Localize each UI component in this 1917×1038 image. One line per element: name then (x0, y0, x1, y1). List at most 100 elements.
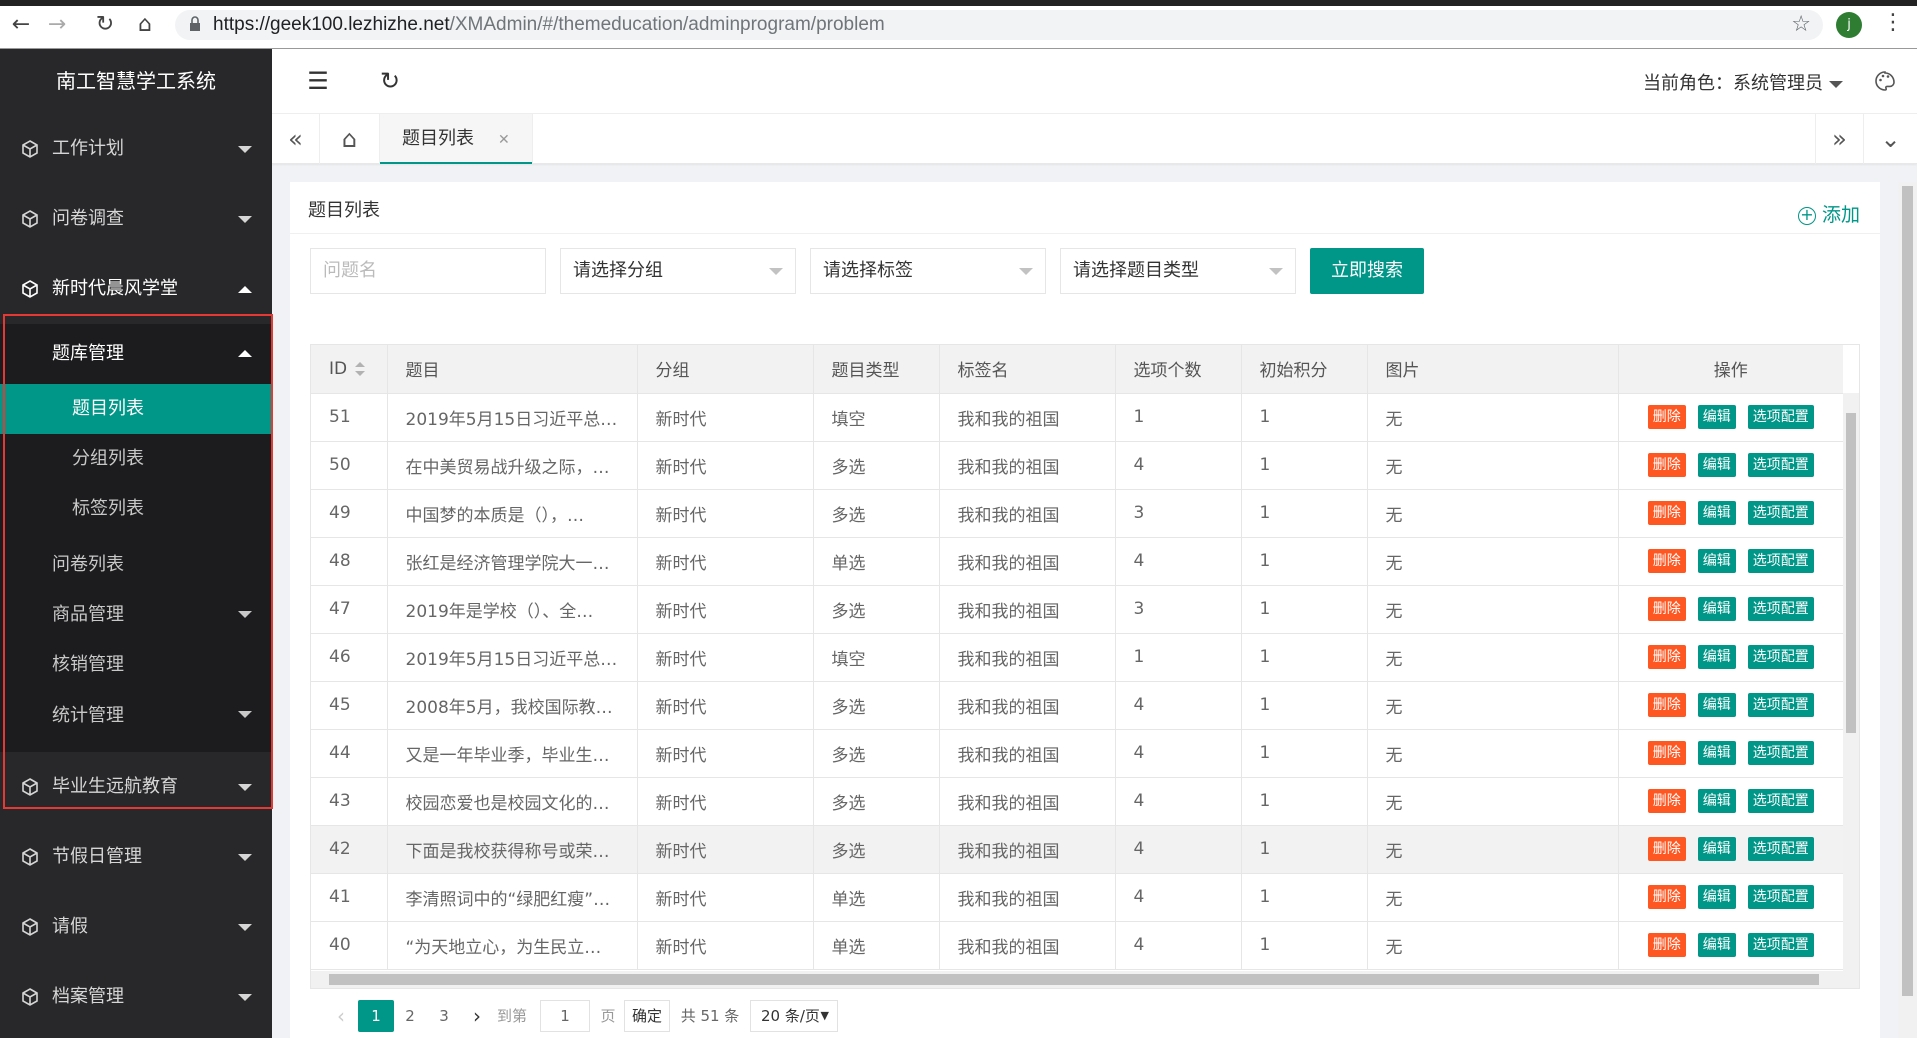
profile-avatar[interactable]: j (1836, 12, 1862, 38)
sidebar-item-survey-list[interactable]: 问卷列表 (0, 540, 272, 590)
delete-button[interactable]: 删除 (1647, 405, 1686, 429)
home-tab-icon[interactable]: ⌂ (320, 114, 380, 164)
scrollbar-thumb[interactable] (1846, 413, 1856, 733)
prev-page-icon[interactable]: ‹ (326, 1000, 356, 1032)
sidebar-item-verification[interactable]: 核销管理 (0, 640, 272, 690)
sidebar-item-archives[interactable]: 档案管理 (0, 962, 272, 1032)
edit-button[interactable]: 编辑 (1697, 501, 1736, 525)
delete-button[interactable]: 删除 (1647, 597, 1686, 621)
table-row[interactable]: 40 “为天地立心，为生民立… 新时代 单选 我和我的祖国 4 1 无删除 编辑 选项配置 (311, 921, 1843, 970)
edit-button[interactable]: 编辑 (1697, 597, 1736, 621)
delete-button[interactable]: 删除 (1647, 837, 1686, 861)
edit-button[interactable]: 编辑 (1697, 549, 1736, 573)
type-select[interactable]: 请选择题目类型 (1060, 248, 1296, 294)
table-row[interactable]: 46 2019年5月15日习近平总… 新时代 填空 我和我的祖国 1 1 无删除 编辑 选项配置 (311, 633, 1843, 682)
option-config-button[interactable]: 选项配置 (1747, 885, 1814, 909)
option-config-button[interactable]: 选项配置 (1747, 837, 1814, 861)
delete-button[interactable]: 删除 (1647, 501, 1686, 525)
next-page-icon[interactable]: › (462, 1000, 492, 1032)
search-button[interactable]: 立即搜索 (1310, 248, 1424, 294)
sidebar-item-goods[interactable]: 商品管理 (0, 590, 272, 640)
delete-button[interactable]: 删除 (1647, 693, 1686, 717)
delete-button[interactable]: 删除 (1647, 885, 1686, 909)
table-row[interactable]: 41 李清照词中的“绿肥红瘦”… 新时代 单选 我和我的祖国 4 1 无删除 编辑 选项配置 (311, 873, 1843, 922)
scrollbar-thumb[interactable] (329, 974, 1819, 985)
question-name-input[interactable]: 问题名 (310, 248, 546, 294)
col-id[interactable]: ID (311, 345, 388, 394)
edit-button[interactable]: 编辑 (1697, 885, 1736, 909)
option-config-button[interactable]: 选项配置 (1747, 645, 1814, 669)
sidebar-item-graduate[interactable]: 毕业生远航教育 (0, 752, 272, 822)
sort-icon[interactable] (355, 361, 366, 376)
edit-button[interactable]: 编辑 (1697, 453, 1736, 477)
edit-button[interactable]: 编辑 (1697, 837, 1736, 861)
refresh-icon[interactable]: ↻ (376, 67, 404, 95)
sidebar-item-new-era-academy[interactable]: 新时代晨风学堂 (0, 254, 272, 324)
tabs-dropdown-icon[interactable]: ⌄ (1863, 114, 1917, 164)
option-config-button[interactable]: 选项配置 (1747, 405, 1814, 429)
table-row[interactable]: 48 张红是经济管理学院大一… 新时代 单选 我和我的祖国 4 1 无删除 编辑 选项配置 (311, 537, 1843, 586)
goto-page-input[interactable]: 1 (540, 1000, 590, 1032)
page-2[interactable]: 2 (394, 1000, 426, 1032)
group-select[interactable]: 请选择分组 (560, 248, 796, 294)
home-icon[interactable]: ⌂ (132, 12, 158, 38)
delete-button[interactable]: 删除 (1647, 549, 1686, 573)
option-config-button[interactable]: 选项配置 (1747, 933, 1814, 957)
option-config-button[interactable]: 选项配置 (1747, 693, 1814, 717)
table-row[interactable]: 42 下面是我校获得称号或荣… 新时代 多选 我和我的祖国 4 1 无删除 编辑 选项配置 (311, 825, 1843, 874)
edit-button[interactable]: 编辑 (1697, 789, 1736, 813)
delete-button[interactable]: 删除 (1647, 645, 1686, 669)
sidebar-item-statistics[interactable]: 统计管理 (0, 690, 272, 752)
option-config-button[interactable]: 选项配置 (1747, 789, 1814, 813)
sidebar-item-leave[interactable]: 请假 (0, 892, 272, 962)
tag-select[interactable]: 请选择标签 (810, 248, 1046, 294)
scrollbar-thumb[interactable] (1902, 186, 1913, 996)
option-config-button[interactable]: 选项配置 (1747, 741, 1814, 765)
bookmark-star-icon[interactable]: ☆ (1791, 12, 1811, 37)
delete-button[interactable]: 删除 (1647, 789, 1686, 813)
sidebar-item-survey[interactable]: 问卷调查 (0, 184, 272, 254)
back-icon[interactable]: ← (8, 12, 34, 38)
delete-button[interactable]: 删除 (1647, 933, 1686, 957)
table-row[interactable]: 44 又是一年毕业季，毕业生… 新时代 多选 我和我的祖国 4 1 无删除 编辑 选项配置 (311, 729, 1843, 778)
page-1[interactable]: 1 (358, 1000, 394, 1032)
delete-button[interactable]: 删除 (1647, 741, 1686, 765)
table-row[interactable]: 43 校园恋爱也是校园文化的… 新时代 多选 我和我的祖国 4 1 无删除 编辑 选项配置 (311, 777, 1843, 826)
tab-question-list[interactable]: 题目列表 ✕ (380, 114, 533, 164)
option-config-button[interactable]: 选项配置 (1747, 597, 1814, 621)
theme-palette-icon[interactable] (1873, 69, 1897, 93)
sidebar-item-group-list[interactable]: 分组列表 (0, 434, 272, 484)
page-vertical-scrollbar[interactable] (1898, 182, 1917, 1038)
option-config-button[interactable]: 选项配置 (1747, 453, 1814, 477)
sidebar-item-question-list[interactable]: 题目列表 (0, 384, 272, 434)
edit-button[interactable]: 编辑 (1697, 645, 1736, 669)
table-row[interactable]: 51 2019年5月15日习近平总… 新时代 填空 我和我的祖国 1 1 无删除 编辑 选项配置 (311, 393, 1843, 442)
option-config-button[interactable]: 选项配置 (1747, 549, 1814, 573)
table-row[interactable]: 50 在中美贸易战升级之际，… 新时代 多选 我和我的祖国 4 1 无删除 编辑 选项配置 (311, 441, 1843, 490)
forward-icon[interactable]: → (44, 12, 70, 38)
role-switcher[interactable]: 当前角色：系统管理员 (1643, 69, 1843, 95)
add-button[interactable]: + 添加 (1797, 200, 1860, 227)
edit-button[interactable]: 编辑 (1697, 933, 1736, 957)
close-icon[interactable]: ✕ (498, 132, 510, 148)
tabs-scroll-right-icon[interactable]: » (1815, 114, 1863, 164)
table-row[interactable]: 45 2008年5月，我校国际教… 新时代 多选 我和我的祖国 4 1 无删除 编辑 选项配置 (311, 681, 1843, 730)
collapse-menu-icon[interactable]: ☰ (304, 67, 332, 95)
sidebar-item-work-plan[interactable]: 工作计划 (0, 114, 272, 184)
table-row[interactable]: 47 2019年是学校（）、全… 新时代 多选 我和我的祖国 3 1 无删除 编辑 选项配置 (311, 585, 1843, 634)
tabs-scroll-left-icon[interactable]: « (272, 114, 320, 164)
reload-icon[interactable]: ↻ (92, 12, 118, 38)
edit-button[interactable]: 编辑 (1697, 693, 1736, 717)
edit-button[interactable]: 编辑 (1697, 405, 1736, 429)
table-horizontal-scrollbar[interactable] (311, 971, 1859, 988)
browser-menu-icon[interactable]: ⋮ (1882, 10, 1904, 35)
sidebar-item-question-bank[interactable]: 题库管理 (0, 324, 272, 384)
table-vertical-scrollbar[interactable] (1843, 393, 1859, 973)
address-bar[interactable]: https://geek100.lezhizhe.net/XMAdmin/#/t… (175, 10, 1823, 40)
goto-confirm-button[interactable]: 确定 (624, 1000, 670, 1032)
table-row[interactable]: 49 中国梦的本质是（），… 新时代 多选 我和我的祖国 3 1 无删除 编辑 选项配置 (311, 489, 1843, 538)
edit-button[interactable]: 编辑 (1697, 741, 1736, 765)
sidebar-item-tag-list[interactable]: 标签列表 (0, 484, 272, 534)
page-3[interactable]: 3 (428, 1000, 460, 1032)
option-config-button[interactable]: 选项配置 (1747, 501, 1814, 525)
